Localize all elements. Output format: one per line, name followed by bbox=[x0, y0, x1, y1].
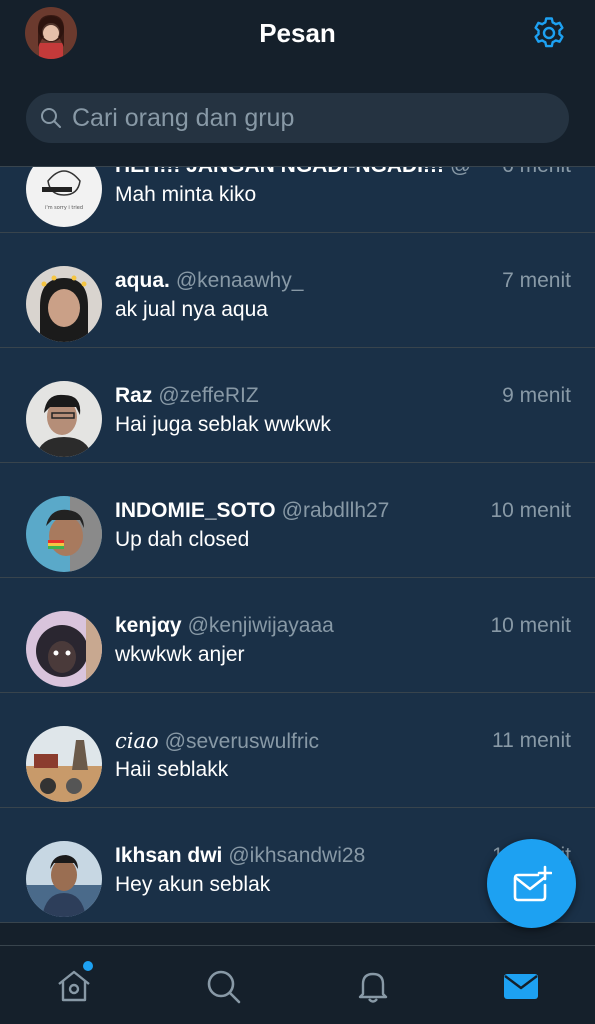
display-name: kenjαy bbox=[115, 614, 182, 637]
conversation-header: aqua. @kenaawhy_ 7 menit bbox=[115, 269, 571, 299]
conversation-header: INDOMIE_SOTO @rabdllh27 10 menit bbox=[115, 499, 571, 529]
avatar bbox=[26, 841, 102, 917]
bottom-tab-bar bbox=[0, 945, 595, 1024]
search-bar[interactable] bbox=[26, 93, 569, 143]
svg-text:i'm sorry i tried: i'm sorry i tried bbox=[45, 205, 83, 211]
display-name: ciao bbox=[115, 729, 159, 753]
username: @kenjiwijayaaa bbox=[187, 614, 334, 637]
username: @ikhsandwi28 bbox=[228, 844, 366, 867]
username: @zeffeRIZ bbox=[158, 384, 259, 407]
mail-icon bbox=[504, 974, 538, 999]
username: @kenaawhy_ bbox=[175, 269, 304, 292]
conversation-row[interactable]: Raz @zeffeRIZ 9 menit Hai juga seblak wwk… bbox=[0, 348, 595, 463]
last-message: Hai juga seblak wwkwk bbox=[115, 413, 331, 436]
home-icon bbox=[58, 970, 90, 1002]
tab-search[interactable] bbox=[203, 966, 243, 1006]
conversation-list[interactable]: i'm sorry i tried HEH!!! JANGAN NGADI-NG… bbox=[0, 137, 595, 945]
conversation-row[interactable]: aqua. @kenaawhy_ 7 menit ak jual nya aqua bbox=[0, 233, 595, 348]
conversation-header: Raz @zeffeRIZ 9 menit bbox=[115, 384, 571, 414]
conversation-row[interactable]: kenjαy @kenjiwijayaaa 10 menit wkwkwk anj… bbox=[0, 578, 595, 693]
gear-icon[interactable] bbox=[531, 15, 567, 51]
tab-home[interactable] bbox=[54, 966, 94, 1006]
new-message-icon bbox=[513, 865, 552, 902]
page-title: Pesan bbox=[259, 18, 336, 48]
display-name: aqua. bbox=[115, 269, 170, 292]
last-message: Hey akun seblak bbox=[115, 873, 271, 896]
conversation-row[interactable]: ciao @severuswulfric 11 menit Haii seblak… bbox=[0, 693, 595, 808]
last-message: Haii seblakk bbox=[115, 758, 229, 781]
tab-notifications[interactable] bbox=[353, 966, 393, 1006]
new-message-button[interactable] bbox=[487, 839, 576, 928]
search-icon bbox=[207, 970, 241, 1004]
display-name: Ikhsan dwi bbox=[115, 844, 223, 867]
username: @rabdllh27 bbox=[281, 499, 390, 522]
avatar bbox=[26, 381, 102, 457]
timestamp: 9 menit bbox=[502, 384, 571, 407]
last-message: ak jual nya aqua bbox=[115, 298, 268, 321]
top-bar: Pesan bbox=[0, 0, 595, 167]
avatar bbox=[26, 496, 102, 572]
avatar bbox=[26, 266, 102, 342]
timestamp: 10 menit bbox=[490, 499, 571, 522]
last-message: wkwkwk anjer bbox=[115, 643, 245, 666]
search-input[interactable] bbox=[72, 93, 552, 143]
conversation-header: kenjαy @kenjiwijayaaa 10 menit bbox=[115, 614, 571, 644]
avatar bbox=[26, 726, 102, 802]
conversation-header: ciao @severuswulfric 11 menit bbox=[115, 729, 571, 759]
display-name: Raz bbox=[115, 384, 153, 407]
display-name: INDOMIE_SOTO bbox=[115, 499, 276, 522]
tab-messages[interactable] bbox=[501, 966, 541, 1006]
notification-dot bbox=[83, 961, 93, 971]
last-message: Up dah closed bbox=[115, 528, 250, 551]
search-icon bbox=[40, 107, 62, 129]
timestamp: 10 menit bbox=[490, 614, 571, 637]
timestamp: 7 menit bbox=[502, 269, 571, 292]
conversation-row[interactable]: INDOMIE_SOTO @rabdllh27 10 menit Up dah c… bbox=[0, 463, 595, 578]
timestamp: 11 menit bbox=[492, 729, 571, 752]
avatar bbox=[26, 611, 102, 687]
bell-icon bbox=[358, 972, 388, 1003]
username: @severuswulfric bbox=[164, 730, 319, 753]
last-message: Mah minta kiko bbox=[115, 183, 257, 206]
